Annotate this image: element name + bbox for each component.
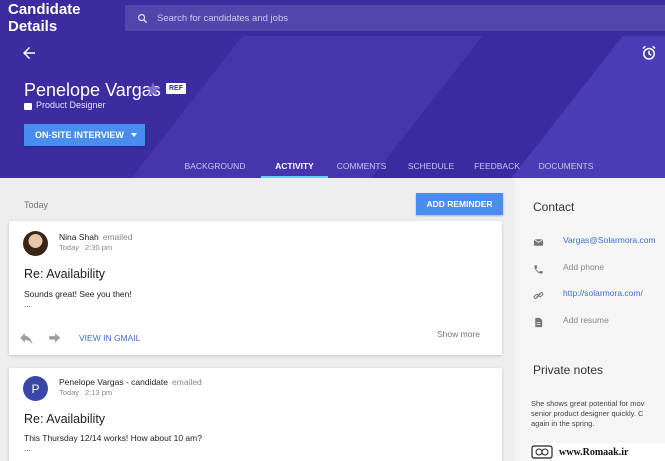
contact-phone-row: Add phone [533, 261, 665, 275]
briefcase-icon [24, 103, 32, 110]
app-title: Candidate Details [8, 1, 81, 35]
tab-bar: BACKGROUND ACTIVITY COMMENTS SCHEDULE FE… [0, 154, 665, 178]
view-in-gmail-link[interactable]: VIEW IN GMAIL [79, 333, 140, 343]
email-ellipsis: ... [24, 300, 31, 309]
activity-card: Nina Shah emailed Today 2:30 pm Re: Availa… [9, 221, 502, 355]
sender-action: emailed [172, 377, 202, 387]
candidate-header: Penelope Vargas REF Product Designer ON-… [0, 36, 665, 178]
email-subject: Re: Availability [24, 412, 106, 426]
avatar: P [23, 376, 48, 401]
tab-schedule[interactable]: SCHEDULE [404, 154, 458, 178]
avatar [23, 231, 48, 256]
document-icon [533, 315, 544, 328]
contact-website[interactable]: http://solarmora.com/ [563, 288, 643, 298]
alarm-icon[interactable] [640, 44, 658, 62]
activity-feed: Today ADD REMINDER Nina Shah emailed Toda… [0, 178, 515, 461]
contact-email-row: Vargas@Solarmora.com [533, 234, 665, 248]
link-icon [533, 288, 544, 299]
contact-website-row: http://solarmora.com/ [533, 287, 665, 301]
watermark-text: www.Romaak.ir [559, 446, 629, 458]
notes-line: senior product designer quickly. C [531, 409, 644, 418]
sender-name: Penelope Vargas - candidate [59, 377, 169, 387]
timestamp-time: 2:30 pm [85, 243, 113, 252]
star-icon[interactable] [145, 81, 161, 97]
timestamp-day: Today [59, 243, 80, 252]
watermark-logo-icon [531, 445, 553, 459]
notes-line: again in the spring. [531, 419, 595, 428]
tab-feedback[interactable]: FEEDBACK [471, 154, 523, 178]
email-snippet: Sounds great! See you then! [24, 289, 132, 299]
add-resume-field[interactable]: Add resume [563, 315, 609, 325]
show-more-link[interactable]: Show more [437, 329, 480, 339]
back-arrow-icon[interactable] [20, 44, 38, 62]
phone-icon [533, 262, 544, 274]
private-notes-text: She shows great potential for mov senior… [531, 399, 665, 429]
timestamp-time: 2:13 pm [85, 388, 113, 397]
search-input[interactable] [157, 12, 637, 24]
tab-comments[interactable]: COMMENTS [333, 154, 390, 178]
contact-email[interactable]: Vargas@Solarmora.com [563, 235, 656, 245]
tab-activity[interactable]: ACTIVITY [261, 154, 328, 178]
private-notes-heading: Private notes [533, 363, 604, 377]
candidate-role: Product Designer [36, 100, 106, 110]
sender-line: Penelope Vargas - candidate emailed [59, 377, 202, 387]
caret-down-icon [131, 133, 137, 137]
tab-background[interactable]: BACKGROUND [182, 154, 248, 178]
stage-dropdown-button[interactable]: ON-SITE INTERVIEW [24, 124, 145, 146]
sender-line: Nina Shah emailed [59, 232, 132, 242]
email-subject: Re: Availability [24, 267, 106, 281]
app-bar: Candidate Details [0, 0, 665, 36]
tab-documents[interactable]: DOCUMENTS [535, 154, 597, 178]
details-sidebar: Contact Vargas@Solarmora.com Add phone h… [515, 178, 665, 461]
email-icon [533, 235, 544, 246]
date-label: Today [24, 200, 49, 210]
stage-label: ON-SITE INTERVIEW [35, 130, 124, 140]
candidate-name: Penelope Vargas [24, 80, 161, 100]
timestamp: Today 2:13 pm [59, 388, 112, 397]
contact-heading: Contact [533, 200, 575, 214]
watermark: www.Romaak.ir [529, 443, 665, 461]
add-reminder-button[interactable]: ADD REMINDER [416, 193, 503, 215]
search-icon[interactable] [131, 13, 153, 24]
sender-name: Nina Shah [59, 232, 99, 242]
contact-resume-row: Add resume [533, 314, 665, 328]
timestamp: Today 2:30 pm [59, 243, 112, 252]
add-phone-field[interactable]: Add phone [563, 262, 604, 272]
referral-badge: REF [166, 83, 186, 94]
timestamp-day: Today [59, 388, 80, 397]
email-ellipsis: ... [24, 444, 31, 453]
search-bar[interactable] [125, 5, 665, 31]
activity-card: P Penelope Vargas - candidate emailed Tod… [9, 368, 502, 461]
forward-icon[interactable] [48, 332, 62, 344]
email-snippet: This Thursday 12/14 works! How about 10 … [24, 433, 202, 443]
reply-icon[interactable] [19, 332, 33, 345]
notes-line: She shows great potential for mov [531, 399, 645, 408]
sender-action: emailed [102, 232, 133, 242]
